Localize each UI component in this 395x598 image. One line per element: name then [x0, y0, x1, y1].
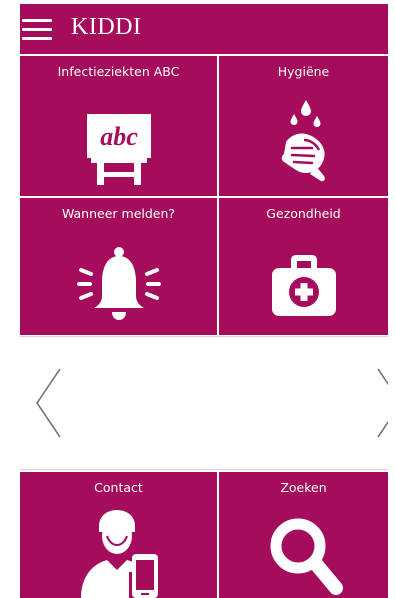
chevron-left-icon[interactable] — [34, 367, 64, 439]
tile-label: Wanneer melden? — [61, 206, 176, 221]
tile-label: Infectieziekten ABC — [57, 64, 180, 79]
carousel[interactable] — [20, 336, 388, 470]
tile-infectieziekten-abc[interactable]: Infectieziekten ABC abc — [20, 56, 217, 196]
tile-label: Contact — [94, 480, 143, 495]
magnifier-icon — [270, 518, 343, 595]
hand-washing-icon — [281, 100, 325, 182]
bell-alert-icon — [76, 247, 161, 320]
chevron-right-icon[interactable] — [374, 367, 388, 439]
tile-hygiene[interactable]: Hygiëne — [219, 56, 388, 196]
app-title: KIDDI — [71, 14, 142, 40]
tile-contact[interactable]: Contact — [20, 472, 217, 598]
first-aid-kit-icon — [271, 255, 336, 316]
tile-wanneer-melden[interactable]: Wanneer melden? — [20, 198, 217, 335]
tile-label: Gezondheid — [266, 206, 341, 221]
tile-zoeken[interactable]: Zoeken — [219, 472, 388, 598]
tile-label: Hygiëne — [277, 64, 330, 79]
hamburger-menu-icon — [22, 19, 52, 22]
tile-gezondheid[interactable]: Gezondheid — [219, 198, 388, 335]
app-header: KIDDI — [20, 4, 388, 56]
abc-easel-icon: abc — [86, 114, 151, 185]
person-phone-icon — [80, 510, 158, 598]
abc-easel-text: abc — [100, 122, 138, 151]
app-screen: KIDDI Infectieziekten ABC abc Hygiëne Wa… — [20, 4, 388, 598]
menu-button[interactable] — [22, 18, 56, 42]
tile-label: Zoeken — [280, 480, 327, 495]
